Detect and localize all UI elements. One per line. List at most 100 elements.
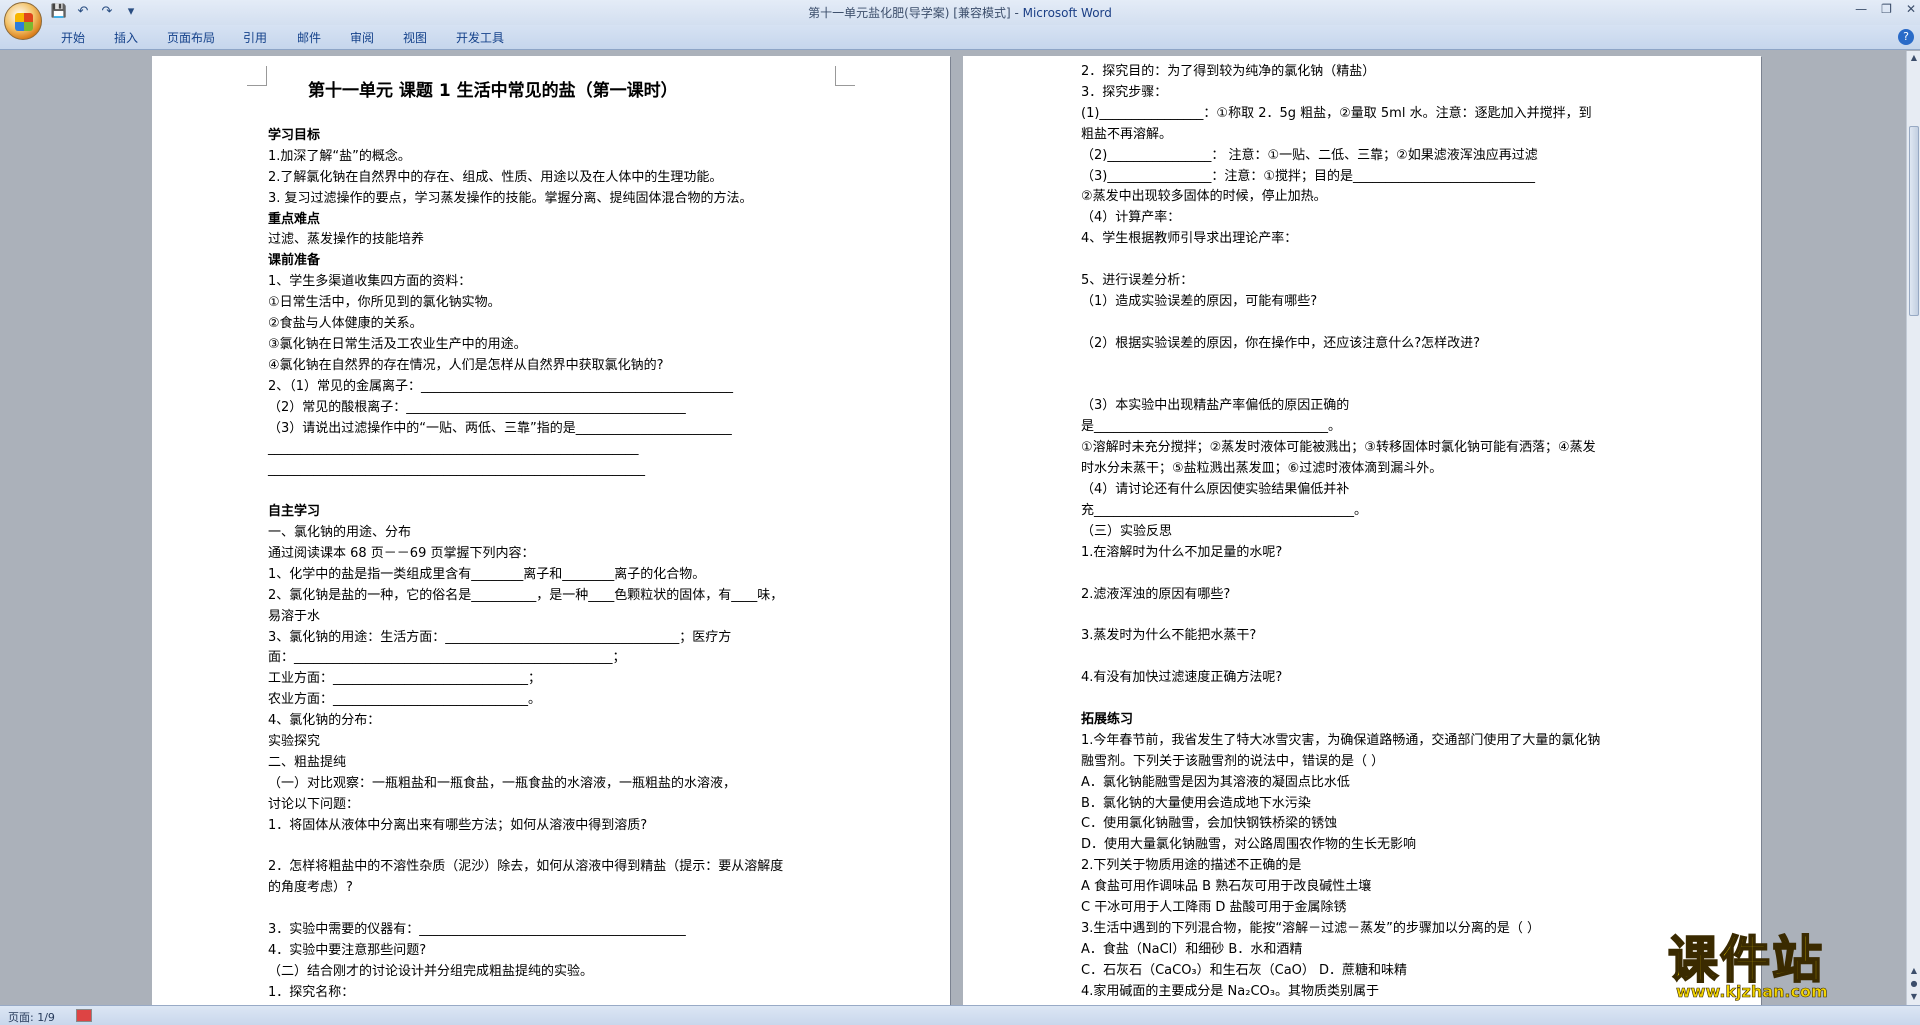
text-line: 3.生活中遇到的下列混合物，能按“溶解－过滤－蒸发”的步骤加以分离的是（ ） [1081, 920, 1541, 936]
title-separator: - [1010, 6, 1023, 20]
text-line: 1．将固体从液体中分离出来有哪些方法；如何从溶液中得到溶质? [268, 817, 648, 833]
text-line: 粗盐不再溶解。 [1081, 126, 1173, 142]
text-line: 是____________________________________。 [1081, 419, 1342, 435]
text-line: （一）对比观察：一瓶粗盐和一瓶食盐，一瓶食盐的水溶液，一瓶粗盐的水溶液， [268, 775, 737, 791]
ribbon-tab-bar: 开始 插入 页面布局 引用 邮件 审阅 视图 开发工具 ? [0, 25, 1920, 50]
text-line: ④氯化钠在自然界的存在情况，人们是怎样从自然界中获取氯化钠的? [268, 357, 664, 373]
text-line: 学习目标 [268, 127, 321, 143]
text-line: 3.蒸发时为什么不能把水蒸干? [1081, 628, 1257, 644]
title-bar: 💾 ↶ ↷ ▾ 第十一单元盐化肥(导学案) [兼容模式] - Microsoft… [0, 0, 1920, 25]
text-line: ③氯化钠在日常生活及工农业生产中的用途。 [268, 336, 527, 352]
watermark-logo: 课件站 www.kjzhan.com [1667, 920, 1908, 1005]
scroll-thumb[interactable] [1909, 126, 1919, 316]
document-workspace[interactable]: 第十一单元 课题 1 生活中常见的盐（第一课时） 学习目标 1.加深了解“盐”的概… [0, 51, 1906, 1005]
page-title: 第十一单元 课题 1 生活中常见的盐（第一课时） [308, 81, 678, 101]
text-line: （2)________________： 注意：①一贴、二低、三靠；②如果滤液浑… [1081, 147, 1538, 163]
text-line: ________________________________________… [268, 441, 639, 457]
browse-object-icon[interactable]: ● [1908, 979, 1920, 991]
text-line: 3、氯化钠的用途：生活方面：__________________________… [268, 629, 732, 645]
minimize-button[interactable]: — [1855, 2, 1867, 16]
text-line: 3．实验中需要的仪器有：____________________________… [268, 922, 686, 938]
text-line: 自主学习 [268, 504, 321, 520]
text-line: 2．怎样将粗盐中的不溶性杂质（泥沙）除去，如何从溶液中得到精盐（提示：要从溶解度 [268, 859, 784, 875]
text-line: 重点难点 [268, 211, 321, 227]
text-line: 2.下列关于物质用途的描述不正确的是 [1081, 858, 1302, 874]
text-line: 实验探究 [268, 734, 321, 749]
text-line: 1．探究名称： [268, 984, 355, 1000]
text-line: ①日常生活中，你所见到的氯化钠实物。 [268, 295, 501, 311]
text-line: (1)________________：①称取 2．5g 粗盐，②量取 5ml … [1081, 105, 1592, 121]
text-line: C 干冰可用于人工降雨 D 盐酸可用于金属除锈 [1081, 900, 1347, 915]
text-line: ②蒸发中出现较多固体的时候，停止加热。 [1081, 189, 1327, 205]
proofing-icon[interactable] [76, 1009, 92, 1022]
text-line: （3）本实验中出现精盐产率偏低的原因正确的 [1081, 398, 1350, 414]
text-line: 的角度考虑）? [268, 880, 353, 896]
app-name: Microsoft Word [1022, 6, 1112, 20]
text-line: 工业方面：______________________________； [268, 671, 542, 687]
text-line: ②食盐与人体健康的关系。 [268, 316, 423, 331]
crop-mark [247, 66, 267, 86]
text-line: 农业方面：______________________________。 [268, 692, 542, 708]
tab-mailings[interactable]: 邮件 [297, 29, 321, 46]
help-icon[interactable]: ? [1898, 29, 1914, 45]
text-line: （2）根据实验误差的原因，你在操作中，还应该注意什么?怎样改进? [1081, 335, 1481, 351]
document-name: 第十一单元盐化肥(导学案) [兼容模式] [808, 6, 1011, 20]
text-line: （4）计算产率： [1081, 210, 1181, 226]
text-line: 时水分未蒸干；⑤盐粒溅出蒸发皿；⑥过滤时液体滴到漏斗外。 [1081, 461, 1443, 477]
text-line: A．氯化钠能融雪是因为其溶液的凝固点比水低 [1081, 774, 1350, 790]
text-line: 融雪剂。下列关于该融雪剂的说法中，错误的是（ ） [1081, 753, 1385, 769]
text-line: C．使用氯化钠融雪，会加快钢铁桥梁的锈蚀 [1081, 816, 1338, 832]
text-line: （三）实验反思 [1081, 523, 1173, 539]
office-button[interactable] [4, 2, 42, 40]
text-line: 5、进行误差分析： [1081, 273, 1194, 288]
text-line: A．食盐（NaCl）和细砂 B．水和酒精 [1081, 941, 1303, 957]
text-line: （3)________________：注意：①搅拌；目的是__________… [1081, 168, 1535, 184]
status-bar: 页面: 1/9 [0, 1005, 1920, 1025]
text-line: （3）请说出过滤操作中的“一贴、两低、三靠”指的是_______________… [268, 420, 732, 436]
scroll-up-icon[interactable]: ▲ [1908, 53, 1920, 65]
text-line: 2．探究目的：为了得到较为纯净的氯化钠（精盐） [1081, 64, 1376, 79]
document-page-2[interactable]: 2．探究目的：为了得到较为纯净的氯化钠（精盐） 3．探究步骤： (1)______… [963, 56, 1761, 1005]
tab-review[interactable]: 审阅 [350, 29, 374, 46]
text-line: 4、学生根据教师引导求出理论产率： [1081, 231, 1298, 247]
text-line: ________________________________________… [268, 462, 645, 478]
tab-page-layout[interactable]: 页面布局 [167, 29, 215, 46]
previous-page-icon[interactable]: ▲ [1908, 966, 1920, 978]
crop-mark [835, 66, 855, 86]
text-line: C．石灰石（CaCO₃）和生石灰（CaO） D．蔗糖和味精 [1081, 962, 1408, 978]
tab-references[interactable]: 引用 [243, 29, 267, 46]
maximize-button[interactable]: ❐ [1881, 2, 1892, 16]
tab-developer[interactable]: 开发工具 [456, 29, 504, 46]
office-logo-icon [15, 13, 33, 31]
text-line: 4、氯化钠的分布： [268, 713, 381, 729]
text-line: 1、化学中的盐是指一类组成里含有________离子和________离子的化合… [268, 566, 706, 582]
close-button[interactable]: ✕ [1906, 2, 1916, 16]
vertical-scrollbar[interactable]: ▲ ▲ ● ▼ [1906, 51, 1920, 1005]
text-line: 易溶于水 [268, 608, 321, 624]
text-line: 面：______________________________________… [268, 650, 626, 666]
tab-home[interactable]: 开始 [61, 29, 85, 46]
text-line: （二）结合刚才的讨论设计并分组完成粗盐提纯的实验。 [268, 963, 594, 979]
page-indicator[interactable]: 页面: 1/9 [8, 1009, 55, 1025]
text-line: 3．探究步骤： [1081, 84, 1168, 100]
text-line: 讨论以下问题： [268, 796, 360, 812]
text-line: 过滤、蒸发操作的技能培养 [268, 232, 425, 248]
text-line: D．使用大量氯化钠融雪，对公路周围农作物的生长无影响 [1081, 837, 1417, 853]
text-line: 4．实验中要注意那些问题? [268, 943, 427, 958]
text-line: 2.了解氯化钠在自然界中的存在、组成、性质、用途以及在人体中的生理功能。 [268, 169, 723, 185]
text-line: 2、（1）常见的金属离子：___________________________… [268, 378, 734, 394]
text-line: 1.今年春节前，我省发生了特大冰雪灾害，为确保道路畅通，交通部门使用了大量的氯化… [1081, 732, 1601, 748]
text-line: （2）常见的酸根离子：_____________________________… [268, 399, 686, 415]
window-controls: — ❐ ✕ [1855, 2, 1916, 16]
text-line: ①溶解时未充分搅拌；②蒸发时液体可能被溅出；③转移固体时氯化钠可能有洒落；④蒸发 [1081, 440, 1596, 456]
text-line: B．氯化钠的大量使用会造成地下水污染 [1081, 795, 1311, 811]
text-line: 4.有没有加快过滤速度正确方法呢? [1081, 670, 1283, 686]
text-line: 拓展练习 [1081, 711, 1134, 727]
text-line: （4）请讨论还有什么原因使实验结果偏低并补 [1081, 482, 1350, 497]
tab-insert[interactable]: 插入 [114, 29, 138, 46]
next-page-icon[interactable]: ▼ [1908, 992, 1920, 1004]
document-page-1[interactable]: 第十一单元 课题 1 生活中常见的盐（第一课时） 学习目标 1.加深了解“盐”的概… [152, 56, 950, 1005]
text-line: 2、氯化钠是盐的一种，它的俗名是__________，是一种____色颗粒状的固… [268, 587, 784, 603]
tab-view[interactable]: 视图 [403, 29, 427, 46]
text-line: 1.在溶解时为什么不加足量的水呢? [1081, 544, 1283, 560]
